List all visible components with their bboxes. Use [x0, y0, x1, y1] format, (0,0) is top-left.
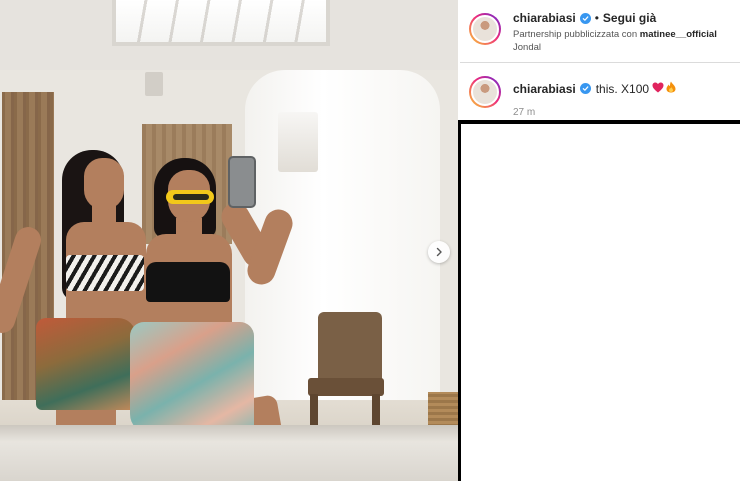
figure-right-sunglasses — [166, 190, 214, 204]
comment-avatar[interactable] — [469, 76, 501, 108]
figure-left-head — [84, 158, 124, 210]
verified-badge-icon — [579, 83, 591, 94]
post-photo[interactable] — [0, 0, 458, 481]
figure-right-sarong — [130, 322, 254, 434]
panel-border-vertical — [458, 120, 461, 481]
photo-skylight — [112, 0, 330, 46]
figure-left-zebra-top — [66, 255, 144, 291]
photo-wall-lamp — [278, 112, 318, 172]
partner-link[interactable]: matinee__officiаl — [640, 29, 717, 40]
following-button[interactable]: Segui già — [603, 11, 656, 25]
figure-left-sarong — [36, 318, 136, 410]
header-divider — [460, 62, 740, 63]
partnership-label: Partnership pubblicizzata con matinee__o… — [513, 28, 735, 54]
verified-badge-icon — [579, 12, 591, 24]
comment-timestamp: 27 m — [513, 107, 536, 118]
separator-dot: • — [594, 11, 599, 25]
photo-chair-leg — [310, 394, 318, 428]
caption-comment: chiarabiasi this. X100 — [513, 81, 676, 96]
chevron-right-icon — [436, 247, 442, 257]
username-link[interactable]: chiarabiasi — [513, 11, 576, 25]
fire-emoji-icon — [666, 81, 676, 96]
carousel-next-button[interactable] — [428, 241, 450, 263]
heart-emoji-icon — [652, 82, 664, 96]
photo-lamp — [145, 72, 163, 96]
partnership-prefix: Partnership pubblicizzata con — [513, 29, 638, 40]
location-link[interactable]: Jondal — [513, 42, 541, 53]
figure-right-black-top — [146, 262, 230, 302]
comment-username-link[interactable]: chiarabiasi — [513, 82, 576, 96]
figure-right-phone — [228, 156, 256, 208]
comment-text: this. X100 — [595, 81, 650, 96]
post-header: chiarabiasi • Segui già — [513, 11, 656, 25]
mirror-frame — [0, 425, 458, 481]
panel-border — [458, 120, 740, 124]
avatar[interactable] — [469, 13, 501, 45]
